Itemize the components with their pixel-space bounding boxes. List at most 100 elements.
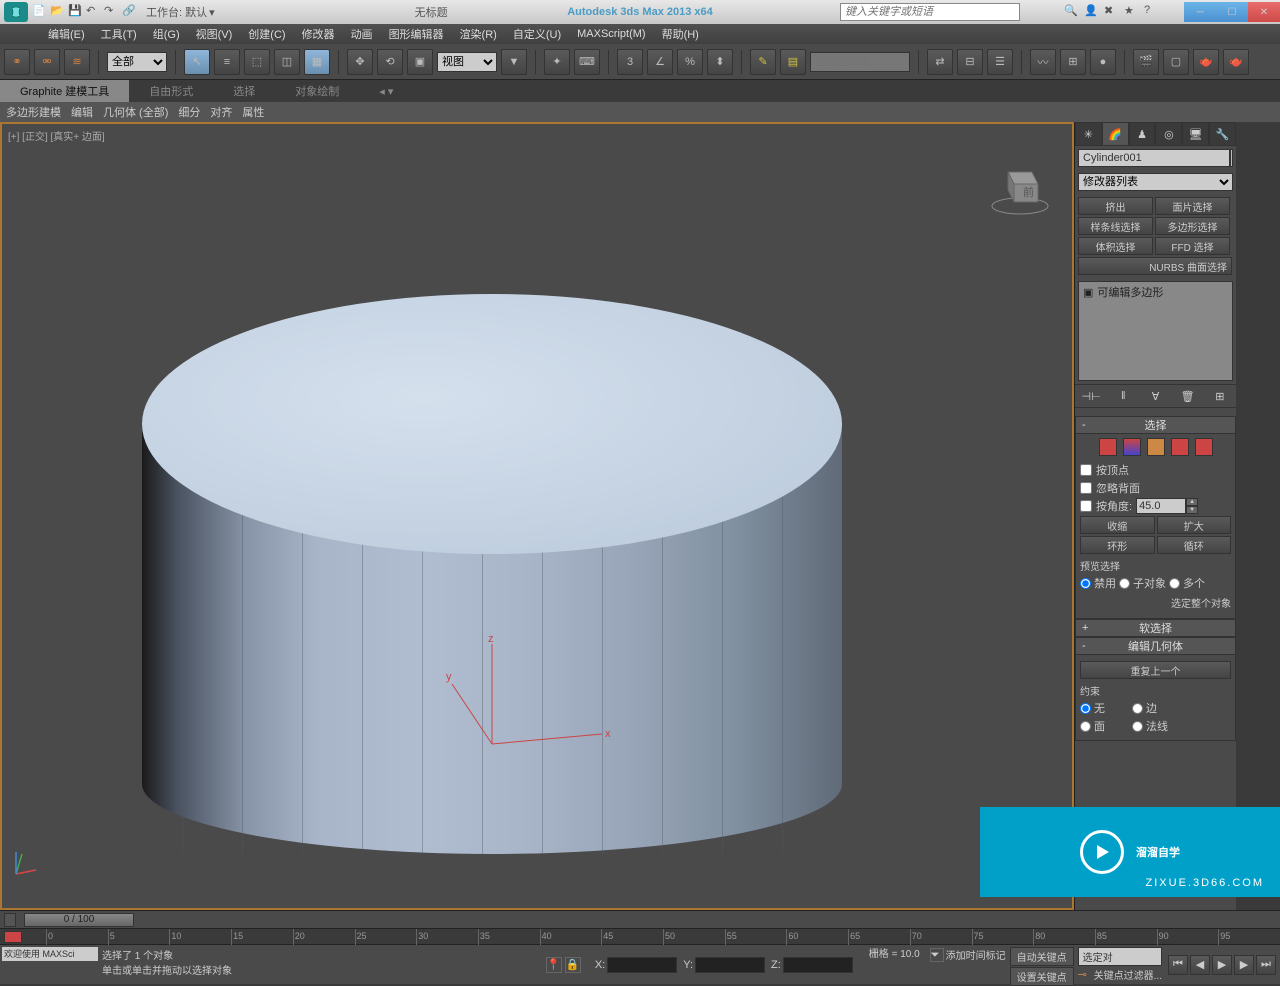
selection-filter[interactable]: 全部: [107, 52, 167, 72]
viewcube[interactable]: 前: [988, 154, 1052, 218]
percent-snap-icon[interactable]: %: [677, 49, 703, 75]
save-icon[interactable]: 💾: [68, 4, 84, 20]
workspace-label[interactable]: 工作台: 默认: [146, 4, 207, 20]
infocenter-icon[interactable]: 🔍: [1064, 4, 1080, 20]
unlink-icon[interactable]: ⚮: [34, 49, 60, 75]
menu-views[interactable]: 视图(V): [188, 26, 241, 42]
subtab-align[interactable]: 对齐: [210, 104, 232, 120]
search-input[interactable]: [840, 3, 1020, 21]
add-time-tag[interactable]: 添加时间标记: [946, 947, 1006, 962]
selset-patch[interactable]: 面片选择: [1155, 197, 1230, 215]
pivot-icon[interactable]: ▼: [501, 49, 527, 75]
bind-spacewarp-icon[interactable]: ≋: [64, 49, 90, 75]
coord-space[interactable]: 视图: [437, 52, 497, 72]
selset-nurbs[interactable]: NURBS 曲面选择: [1078, 257, 1232, 275]
object-name-input[interactable]: [1078, 149, 1230, 167]
menu-group[interactable]: 组(G): [145, 26, 188, 42]
tab-selection[interactable]: 选择: [213, 80, 275, 102]
angle-value-input[interactable]: [1136, 498, 1186, 514]
timeline-config-icon[interactable]: [4, 931, 22, 943]
subobj-element-icon[interactable]: [1195, 438, 1213, 456]
repeat-last-button[interactable]: 重复上一个: [1080, 661, 1231, 679]
tab-objectpaint[interactable]: 对象绘制: [275, 80, 359, 102]
redo-icon[interactable]: ↷: [104, 4, 120, 20]
utilities-tab[interactable]: 🔧: [1209, 122, 1236, 146]
viewport-label[interactable]: [+] [正交] [真实+ 边面]: [8, 128, 105, 143]
pin-stack-icon[interactable]: ⊣⊢: [1081, 386, 1101, 406]
mirror-icon[interactable]: ⇄: [927, 49, 953, 75]
by-vertex-checkbox[interactable]: [1080, 464, 1092, 476]
snap-3d-icon[interactable]: 3: [617, 49, 643, 75]
app-logo[interactable]: [4, 2, 28, 22]
hierarchy-tab[interactable]: ♟: [1129, 122, 1156, 146]
selset-ffd[interactable]: FFD 选择: [1155, 237, 1230, 255]
make-unique-icon[interactable]: ∀: [1145, 386, 1165, 406]
render-production-icon[interactable]: 🫖: [1223, 49, 1249, 75]
paint-select-icon[interactable]: ▦: [304, 49, 330, 75]
help-icon[interactable]: ?: [1144, 4, 1160, 20]
modify-tab[interactable]: 🌈: [1102, 122, 1129, 146]
y-coord-input[interactable]: [695, 957, 765, 973]
window-crossing-icon[interactable]: ◫: [274, 49, 300, 75]
display-tab[interactable]: 🖥: [1182, 122, 1209, 146]
cylinder-object[interactable]: [142, 294, 842, 914]
render-frame-icon[interactable]: ▢: [1163, 49, 1189, 75]
time-tag-icon[interactable]: ⏷: [930, 948, 944, 962]
material-editor-icon[interactable]: ●: [1090, 49, 1116, 75]
grow-button[interactable]: 扩大: [1157, 516, 1232, 534]
loop-button[interactable]: 循环: [1157, 536, 1232, 554]
signin-icon[interactable]: 👤: [1084, 4, 1100, 20]
subobj-border-icon[interactable]: [1147, 438, 1165, 456]
menu-create[interactable]: 创建(C): [240, 26, 293, 42]
lock-icon[interactable]: 🔒: [565, 957, 581, 973]
spinner-snap-icon[interactable]: ⬍: [707, 49, 733, 75]
goto-start-icon[interactable]: ⏮: [1168, 955, 1188, 975]
link-icon[interactable]: ⚭: [4, 49, 30, 75]
favorite-icon[interactable]: ★: [1124, 4, 1140, 20]
link-icon[interactable]: 🔗: [122, 4, 138, 20]
menu-tools[interactable]: 工具(T): [93, 26, 145, 42]
select-whole-object[interactable]: 选定整个对象: [1080, 595, 1231, 610]
menu-help[interactable]: 帮助(H): [654, 26, 707, 42]
angle-snap-icon[interactable]: ∠: [647, 49, 673, 75]
timeline-start-icon[interactable]: [4, 913, 16, 927]
menu-animation[interactable]: 动画: [343, 26, 381, 42]
select-name-icon[interactable]: ≡: [214, 49, 240, 75]
move-icon[interactable]: ✥: [347, 49, 373, 75]
time-slider[interactable]: 0 / 100: [24, 913, 134, 927]
minimize-button[interactable]: ─: [1184, 2, 1216, 22]
x-coord-input[interactable]: [607, 957, 677, 973]
preview-off-radio[interactable]: [1080, 578, 1091, 589]
goto-end-icon[interactable]: ⏭: [1256, 955, 1276, 975]
key-icon[interactable]: ⊸: [1078, 968, 1092, 982]
constraint-normal-radio[interactable]: [1132, 721, 1143, 732]
menu-maxscript[interactable]: MAXScript(M): [569, 28, 653, 40]
schematic-icon[interactable]: ⊞: [1060, 49, 1086, 75]
key-filter-button[interactable]: 关键点过滤器...: [1094, 967, 1162, 982]
rollout-selection-header[interactable]: -选择: [1075, 416, 1236, 434]
rollout-softsel-header[interactable]: +软选择: [1075, 619, 1236, 637]
preview-multi-radio[interactable]: [1169, 578, 1180, 589]
rollout-editgeom-header[interactable]: -编辑几何体: [1075, 637, 1236, 655]
manipulate-icon[interactable]: ✦: [544, 49, 570, 75]
align-icon[interactable]: ⊟: [957, 49, 983, 75]
show-end-result-icon[interactable]: ‖: [1113, 386, 1133, 406]
subobj-polygon-icon[interactable]: [1171, 438, 1189, 456]
selset-extrude[interactable]: 挤出: [1078, 197, 1153, 215]
preview-subobj-radio[interactable]: [1119, 578, 1130, 589]
menu-modifiers[interactable]: 修改器: [294, 26, 343, 42]
menu-rendering[interactable]: 渲染(R): [452, 26, 505, 42]
angle-up[interactable]: ▲: [1186, 498, 1198, 506]
tab-graphite[interactable]: Graphite 建模工具: [0, 80, 129, 102]
menu-grapheditors[interactable]: 图形编辑器: [381, 26, 452, 42]
viewport[interactable]: [+] [正交] [真实+ 边面] 前: [0, 122, 1074, 910]
ring-button[interactable]: 环形: [1080, 536, 1155, 554]
by-angle-checkbox[interactable]: [1080, 500, 1092, 512]
ignore-backfacing-checkbox[interactable]: [1080, 482, 1092, 494]
keyboard-shortcut-icon[interactable]: ⌨: [574, 49, 600, 75]
open-icon[interactable]: 📂: [50, 4, 66, 20]
subobj-vertex-icon[interactable]: [1099, 438, 1117, 456]
constraint-face-radio[interactable]: [1080, 721, 1091, 732]
configure-sets-icon[interactable]: ⊞: [1210, 386, 1230, 406]
subobj-edge-icon[interactable]: [1123, 438, 1141, 456]
